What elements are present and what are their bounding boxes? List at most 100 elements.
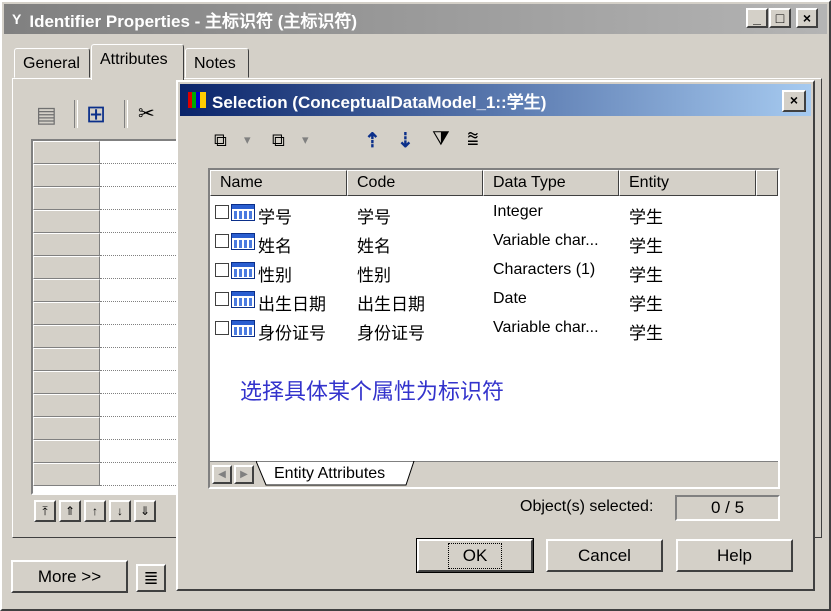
list-item[interactable]: 姓名 姓名 Variable char... 学生 [210,227,778,256]
column-header-code-label: Code [357,174,396,191]
sheet-scroll-right-button[interactable]: ▶ [234,465,254,484]
grid-row-header[interactable] [33,348,100,371]
move-up-button[interactable]: ↑ [84,500,106,522]
row-name: 身份证号 [258,324,326,343]
move-page-down-button[interactable]: ⇓ [134,500,156,522]
deselect-all-icon[interactable]: ⧉ [272,130,285,151]
more-button[interactable]: More >> [11,560,128,593]
list-view-icon: ≣ [143,567,159,588]
grid-row-header[interactable] [33,371,100,394]
tab-notes[interactable]: Notes [185,48,249,78]
grid-row-header[interactable] [33,463,100,486]
add-attributes-icon[interactable]: ⊞ [86,100,106,129]
list-view-button[interactable]: ≣ [136,564,166,592]
ok-button[interactable]: OK [416,538,534,573]
move-page-up-button[interactable]: ⇑ [59,500,81,522]
properties-icon[interactable]: ▤ [36,102,57,128]
tab-general[interactable]: General [14,48,90,78]
minimize-button[interactable]: _ [746,8,768,28]
grid-row-header[interactable] [33,233,100,256]
column-header-data-type[interactable]: Data Type [483,170,619,196]
row-data-type: Integer [493,203,543,220]
help-button[interactable]: Help [676,539,793,572]
row-checkbox[interactable] [215,321,229,335]
row-checkbox[interactable] [215,292,229,306]
list-item[interactable]: 出生日期 出生日期 Date 学生 [210,285,778,314]
grid-row-header[interactable] [33,394,100,417]
move-down-button[interactable]: ↓ [109,500,131,522]
move-up-icon: ↑ [92,504,98,518]
column-header-name-label: Name [220,174,263,191]
model-icon [188,92,206,108]
attribute-icon [231,320,255,337]
grid-row-header[interactable] [33,302,100,325]
selection-title-bar[interactable]: Selection (ConceptualDataModel_1::学生) [180,84,811,116]
grid-row-header[interactable] [33,440,100,463]
column-header-code[interactable]: Code [347,170,483,196]
grid-row-header[interactable] [33,210,100,233]
deselect-all-dropdown-icon[interactable]: ▾ [302,132,309,148]
column-header-entity[interactable]: Entity [619,170,756,196]
row-name: 性别 [258,266,292,285]
move-top-icon[interactable]: ⇡ [364,128,381,153]
row-entity: 学生 [629,266,663,285]
select-all-icon[interactable]: ⧉ [214,130,227,151]
column-header-name[interactable]: Name [210,170,347,196]
row-checkbox[interactable] [215,205,229,219]
cancel-button-label: Cancel [578,545,631,565]
column-header-entity-label: Entity [629,174,670,191]
grid-row-header[interactable] [33,325,100,348]
objects-selected-label: Object(s) selected: [520,498,654,515]
select-all-dropdown-icon[interactable]: ▾ [244,132,251,148]
attribute-icon [231,233,255,250]
row-name: 学号 [258,208,292,227]
grid-row-header[interactable] [33,256,100,279]
identifier-icon: Y [12,11,22,27]
filter-icon[interactable]: ⧩ [432,128,450,151]
maximize-button[interactable]: □ [769,8,791,28]
list-item[interactable]: 性别 性别 Characters (1) 学生 [210,256,778,285]
scroll-left-icon: ◀ [218,469,226,480]
move-first-icon: ⤒ [42,503,48,518]
toolbar-separator [124,100,128,128]
row-checkbox[interactable] [215,234,229,248]
ok-button-label: OK [447,542,503,569]
grid-row-header[interactable] [33,279,100,302]
cut-icon[interactable]: ✂ [138,101,155,126]
row-data-type: Date [493,290,527,307]
grid-row-header[interactable] [33,417,100,440]
grid-row-line [100,370,180,371]
grid-row-header[interactable] [33,187,100,210]
clear-filter-icon[interactable]: ⩰ [467,128,479,151]
row-code: 姓名 [357,237,391,256]
tab-attributes[interactable]: Attributes [91,44,184,80]
cancel-button[interactable]: Cancel [546,539,663,572]
parent-title-bar[interactable]: Y Identifier Properties - 主标识符 (主标识符) [4,4,827,34]
list-item[interactable]: 学号 学号 Integer 学生 [210,198,778,227]
parent-close-button[interactable]: × [796,8,818,28]
grid-row-header[interactable] [33,141,100,164]
tab-attributes-label: Attributes [100,51,168,68]
list-header: Name Code Data Type Entity [210,170,778,196]
sheet-scroll-left-button[interactable]: ◀ [212,465,232,484]
list-item[interactable]: 身份证号 身份证号 Variable char... 学生 [210,314,778,343]
sheet-tab-strip: ◀ ▶ Entity Attributes [210,461,778,487]
tab-general-label: General [23,55,80,72]
row-name: 出生日期 [258,295,326,314]
row-data-type: Variable char... [493,232,599,249]
sheet-tab-entity-attributes[interactable]: Entity Attributes [274,465,385,483]
row-entity: 学生 [629,237,663,256]
grid-row-line [100,439,180,440]
attributes-grid[interactable] [31,139,181,495]
attribute-icon [231,262,255,279]
dialog-close-button[interactable]: × [782,90,806,112]
grid-row-header[interactable] [33,164,100,187]
move-first-button[interactable]: ⤒ [34,500,56,522]
column-header-filler [756,170,778,196]
row-entity: 学生 [629,295,663,314]
grid-row-line [100,278,180,279]
row-code: 学号 [357,208,391,227]
move-bottom-icon[interactable]: ⇣ [397,128,414,153]
row-checkbox[interactable] [215,263,229,277]
selection-list[interactable]: Name Code Data Type Entity 学号 学号 Integer… [208,168,780,489]
